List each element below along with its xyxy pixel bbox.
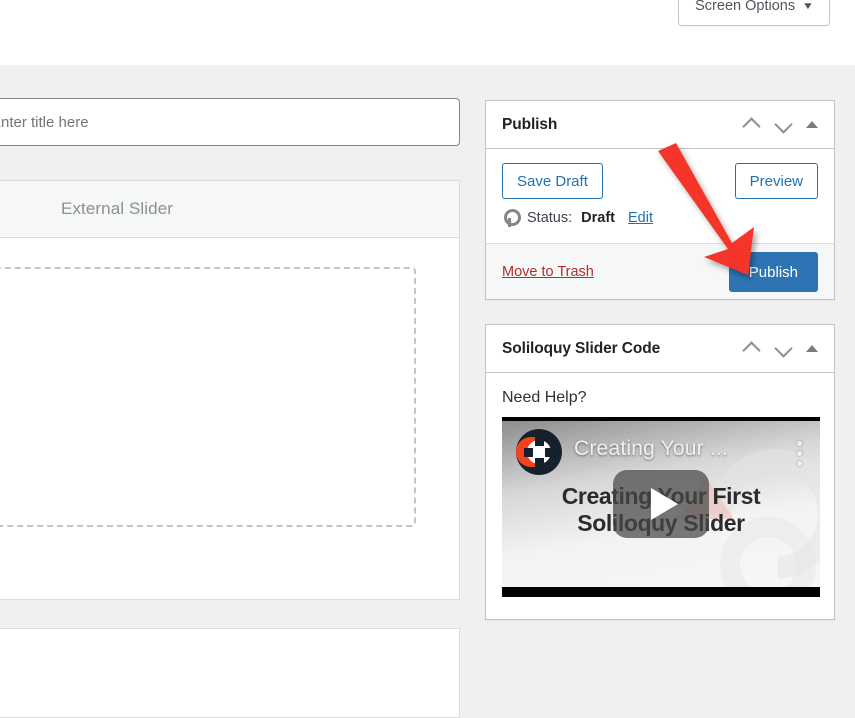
video-bottom-bar — [502, 587, 820, 597]
play-button-icon[interactable] — [613, 470, 709, 538]
need-help-heading: Need Help? — [502, 389, 587, 406]
editor-sidebar: Publish Save Draft Preview Status: Draft… — [485, 100, 835, 620]
tab-external-slider[interactable]: External Slider — [61, 199, 173, 219]
publish-metabox-actions — [742, 116, 822, 134]
save-draft-button[interactable]: Save Draft — [502, 163, 603, 199]
video-thumbnail: Creating Your ... Creating Your First So… — [502, 421, 820, 587]
publish-button[interactable]: Publish — [728, 252, 818, 292]
screen-options-button[interactable]: Screen Options ▼ — [678, 0, 830, 26]
kebab-menu-icon[interactable] — [797, 441, 802, 471]
status-value: Draft — [581, 210, 615, 226]
media-dropzone[interactable]: ad Other Sources — [0, 267, 416, 527]
soliloquy-metabox-title: Soliloquy Slider Code — [502, 339, 661, 357]
admin-top-band: Screen Options ▼ — [0, 0, 855, 65]
status-label: Status: — [527, 210, 573, 226]
publish-metabox-title: Publish — [502, 115, 558, 133]
soliloquy-logo-icon — [516, 429, 562, 475]
publish-metabox: Publish Save Draft Preview Status: Draft… — [485, 100, 835, 300]
soliloquy-metabox-header: Soliloquy Slider Code — [486, 325, 834, 373]
move-to-trash-link[interactable]: Move to Trash — [502, 264, 594, 280]
chevron-down-icon[interactable] — [774, 340, 792, 358]
lower-left-panel — [0, 628, 460, 718]
video-title[interactable]: Creating Your ... — [574, 437, 728, 461]
preview-button[interactable]: Preview — [734, 163, 818, 199]
slider-tab-bar: External Slider — [0, 181, 459, 238]
status-edit-link[interactable]: Edit — [628, 210, 653, 226]
chevron-down-icon[interactable] — [774, 116, 792, 134]
chevron-down-icon: ▼ — [801, 0, 815, 12]
publish-footer: Move to Trash Publish — [486, 243, 834, 299]
publish-metabox-header: Publish — [486, 101, 834, 149]
post-title-input[interactable] — [0, 98, 460, 146]
pin-icon — [502, 209, 521, 227]
triangle-up-icon[interactable] — [806, 121, 818, 128]
triangle-up-icon[interactable] — [806, 345, 818, 352]
chevron-up-icon[interactable] — [742, 116, 760, 134]
publish-actions-row: Save Draft Preview — [486, 149, 834, 205]
soliloquy-slider-code-metabox: Soliloquy Slider Code Need Help? Creatin… — [485, 324, 835, 620]
help-video-player[interactable]: Creating Your ... Creating Your First So… — [502, 417, 820, 597]
chevron-up-icon[interactable] — [742, 340, 760, 358]
post-status-row: Status: Draft Edit — [486, 205, 834, 243]
slider-panel: External Slider ad Other Sources — [0, 180, 460, 600]
soliloquy-metabox-actions — [742, 340, 822, 358]
screen-options-label: Screen Options — [695, 0, 796, 15]
editor-left-column: External Slider ad Other Sources — [0, 98, 460, 718]
